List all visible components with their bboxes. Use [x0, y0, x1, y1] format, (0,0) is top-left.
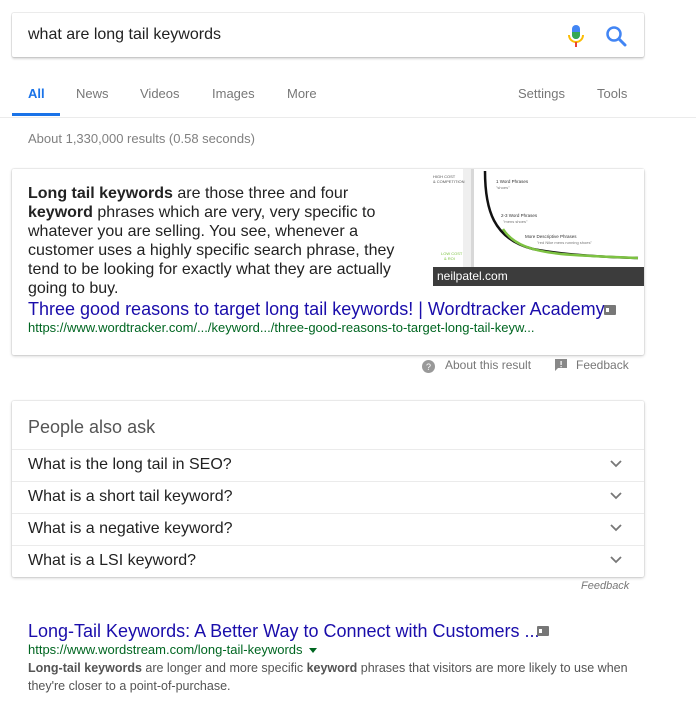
- bold-term: Long-tail keywords: [28, 661, 142, 675]
- tab-videos[interactable]: Videos: [140, 86, 180, 116]
- label-2-3-word-example: "mens shoes": [503, 219, 528, 224]
- chevron-down-icon: [610, 524, 622, 532]
- paa-question-row[interactable]: What is a LSI keyword?: [12, 545, 644, 578]
- about-this-result-link[interactable]: About this result: [445, 358, 531, 372]
- paa-question: What is a negative keyword?: [28, 520, 233, 537]
- featured-snippet-card: Long tail keywords are those three and f…: [12, 169, 644, 355]
- chevron-down-icon: [610, 460, 622, 468]
- tab-settings[interactable]: Settings: [518, 86, 565, 116]
- tab-news[interactable]: News: [76, 86, 109, 116]
- bold-term: keyword: [28, 204, 93, 221]
- snippet-image[interactable]: HIGH COST & COMPETITION 1 Word Phrases "…: [433, 169, 644, 286]
- featured-snippet-url[interactable]: https://www.wordtracker.com/.../keyword.…: [28, 320, 534, 335]
- question-circle-icon[interactable]: ?: [422, 360, 435, 373]
- result-stats: About 1,330,000 results (0.58 seconds): [28, 131, 255, 146]
- result-title-link[interactable]: Long-Tail Keywords: A Better Way to Conn…: [28, 621, 540, 642]
- paa-question-row[interactable]: What is a short tail keyword?: [12, 481, 644, 514]
- featured-snippet-link[interactable]: Three good reasons to target long tail k…: [28, 299, 605, 320]
- bold-term: Long tail keywords: [28, 185, 173, 202]
- label-1-word: 1 Word Phrases: [496, 179, 529, 184]
- tab-images[interactable]: Images: [212, 86, 255, 116]
- people-also-ask-title: People also ask: [28, 417, 156, 437]
- active-tab-indicator: [12, 113, 60, 116]
- feedback-icon[interactable]: [555, 359, 567, 371]
- label-more-descriptive: More Descriptive Phrases: [525, 234, 577, 239]
- label-more-descriptive-example: "red Nike mens running shoes": [537, 240, 592, 245]
- label-1-word-example: "shoes": [496, 185, 510, 190]
- tab-all[interactable]: All: [28, 86, 45, 116]
- microphone-icon[interactable]: [566, 24, 586, 48]
- snippet-segment: are longer and more specific: [141, 661, 307, 675]
- result-url-text[interactable]: https://www.wordstream.com/long-tail-key…: [28, 642, 303, 657]
- chevron-down-icon: [610, 492, 622, 500]
- chevron-down-icon: [610, 556, 622, 564]
- search-input[interactable]: [28, 13, 548, 57]
- featured-snippet-text: Long tail keywords are those three and f…: [28, 184, 406, 298]
- snippet-segment: are those three and four: [172, 185, 349, 202]
- tab-tools[interactable]: Tools: [597, 86, 627, 116]
- bold-term: keyword: [306, 661, 358, 675]
- image-source-caption: neilpatel.com: [433, 267, 644, 286]
- search-box[interactable]: [12, 13, 644, 57]
- cached-page-icon[interactable]: [537, 626, 549, 636]
- label-roi: & ROI: [444, 256, 455, 261]
- cached-page-icon[interactable]: [604, 305, 616, 315]
- search-tabs: All News Videos Images More Settings Too…: [0, 78, 696, 118]
- people-also-ask-card: People also ask What is the long tail in…: [12, 401, 644, 577]
- paa-question: What is the long tail in SEO?: [28, 456, 232, 473]
- paa-question-row[interactable]: What is a negative keyword?: [12, 513, 644, 546]
- paa-question-row[interactable]: What is the long tail in SEO?: [12, 449, 644, 482]
- label-competition: & COMPETITION: [433, 179, 465, 184]
- result-snippet: Long-tail keywords are longer and more s…: [28, 659, 628, 695]
- paa-feedback-link[interactable]: Feedback: [581, 580, 629, 592]
- paa-question: What is a LSI keyword?: [28, 552, 197, 569]
- svg-text:?: ?: [426, 362, 431, 372]
- feedback-link[interactable]: Feedback: [576, 358, 629, 372]
- label-2-3-word: 2-3 Word Phrases: [501, 213, 538, 218]
- result-url: https://www.wordstream.com/long-tail-key…: [28, 642, 317, 657]
- url-dropdown-arrow-icon[interactable]: [308, 648, 317, 654]
- search-icon[interactable]: [605, 25, 627, 47]
- tab-more[interactable]: More: [287, 86, 317, 116]
- paa-question: What is a short tail keyword?: [28, 488, 233, 505]
